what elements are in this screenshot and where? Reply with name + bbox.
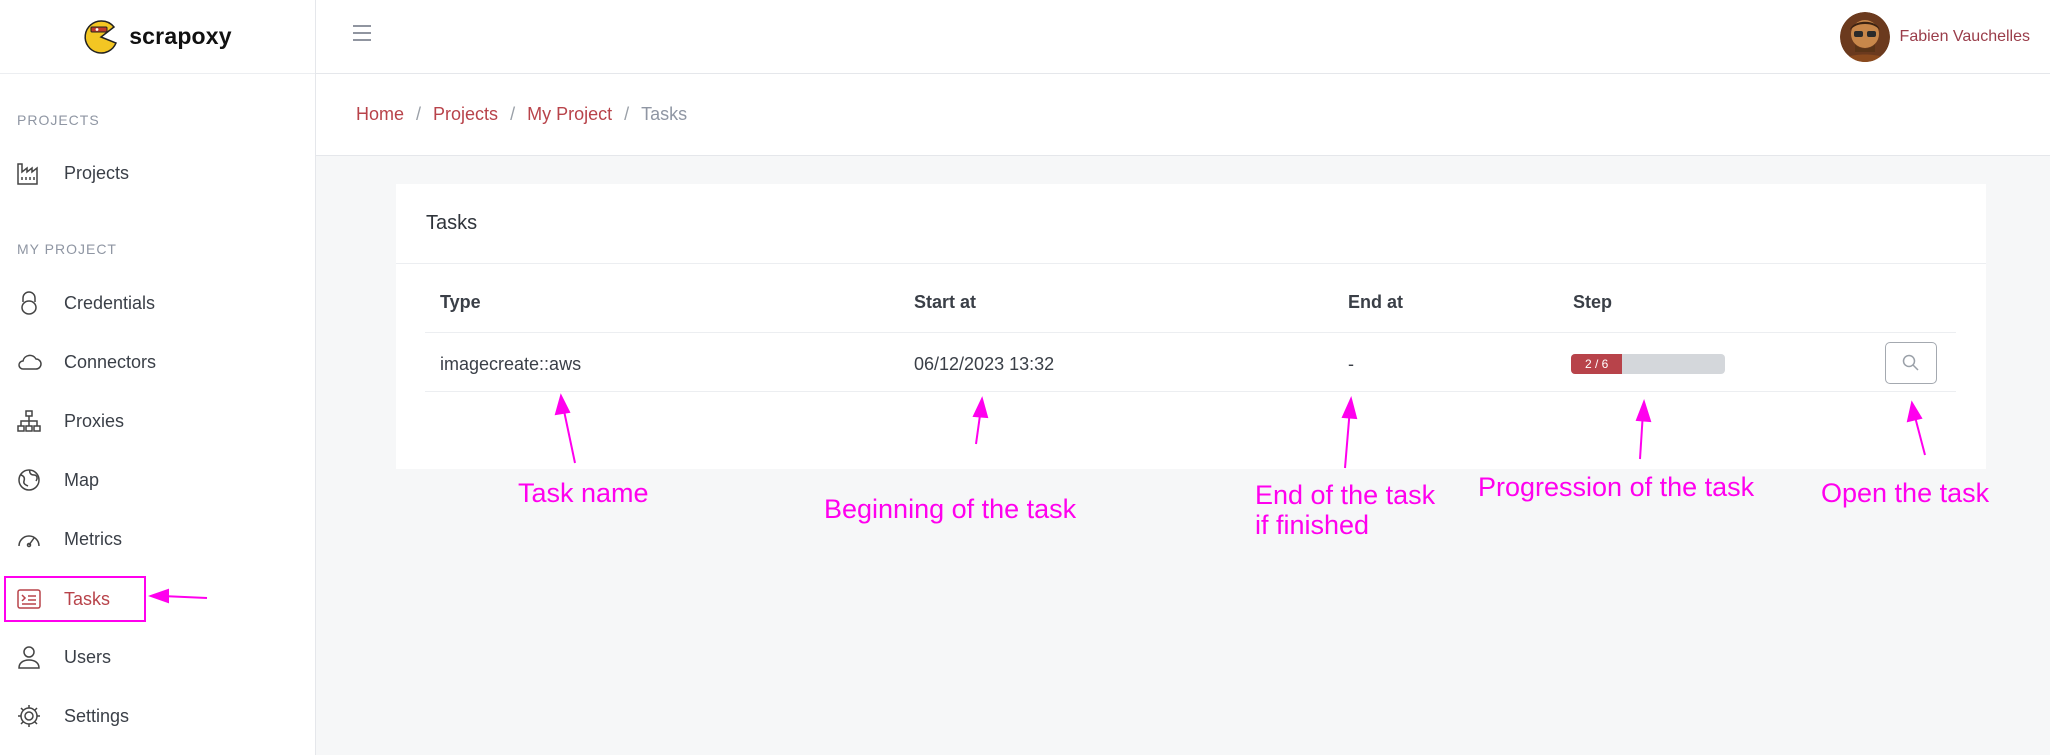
sidebar-item-map[interactable]: Map bbox=[4, 457, 304, 503]
annotation-end-line1: End of the task bbox=[1255, 480, 1436, 510]
column-header-end-at: End at bbox=[1348, 292, 1404, 312]
breadcrumb-bar: Home / Projects / My Project / Tasks bbox=[316, 74, 2050, 156]
brand-name: scrapoxy bbox=[129, 23, 232, 49]
annotation-open: Open the task bbox=[1821, 478, 1990, 508]
sidebar-item-label: Connectors bbox=[64, 351, 157, 372]
hamburger-menu-icon[interactable] bbox=[352, 24, 372, 42]
breadcrumb-my-project[interactable]: My Project bbox=[527, 104, 612, 125]
lock-icon bbox=[16, 290, 42, 316]
brand[interactable]: scrapoxy bbox=[0, 0, 315, 74]
breadcrumb-separator: / bbox=[416, 104, 422, 124]
sidebar-item-label: Proxies bbox=[64, 410, 125, 431]
gear-icon bbox=[16, 703, 42, 729]
annotation-progression: Progression of the task bbox=[1478, 472, 1755, 502]
top-bar: Fabien Vauchelles bbox=[316, 0, 2050, 74]
cloud-icon bbox=[16, 349, 42, 375]
sidebar-item-label: Users bbox=[64, 646, 112, 667]
sidebar-item-connectors[interactable]: Connectors bbox=[4, 339, 304, 385]
sidebar-item-label: Credentials bbox=[64, 292, 156, 313]
breadcrumb-separator: / bbox=[624, 104, 630, 124]
user-icon bbox=[16, 644, 42, 670]
cell-type: imagecreate::aws bbox=[440, 354, 582, 374]
cell-start-at: 06/12/2023 13:32 bbox=[914, 354, 1055, 374]
card-title: Tasks bbox=[396, 184, 1986, 264]
section-title-my-project: MY PROJECT bbox=[17, 241, 117, 257]
sidebar-item-metrics[interactable]: Metrics bbox=[4, 516, 304, 562]
breadcrumb: Home / Projects / My Project / Tasks bbox=[356, 104, 687, 125]
breadcrumb-projects[interactable]: Projects bbox=[433, 104, 498, 125]
column-header-type: Type bbox=[440, 292, 481, 312]
avatar bbox=[1839, 12, 1890, 62]
factory-icon bbox=[16, 160, 42, 186]
column-header-step: Step bbox=[1573, 292, 1613, 312]
user-menu[interactable]: Fabien Vauchelles bbox=[1839, 12, 2030, 62]
sidebar-item-label: Metrics bbox=[64, 528, 122, 549]
sidebar-item-credentials[interactable]: Credentials bbox=[4, 280, 304, 326]
user-name: Fabien Vauchelles bbox=[1899, 28, 2030, 45]
breadcrumb-separator: / bbox=[510, 104, 516, 124]
sitemap-icon bbox=[16, 408, 42, 434]
annotation-end-line2: if finished bbox=[1255, 510, 1370, 540]
column-header-start-at: Start at bbox=[914, 292, 977, 312]
globe-icon bbox=[16, 467, 42, 493]
sidebar-item-label: Map bbox=[64, 469, 100, 490]
sidebar-item-users[interactable]: Users bbox=[4, 634, 304, 680]
open-task-button[interactable] bbox=[1885, 342, 1937, 384]
step-progress-bar: 2 / 6 bbox=[1571, 354, 1725, 374]
annotation-task-name: Task name bbox=[518, 478, 649, 508]
cell-end-at: - bbox=[1348, 354, 1354, 374]
sidebar-item-settings[interactable]: Settings bbox=[4, 693, 304, 739]
tasks-highlight-box bbox=[4, 576, 146, 622]
sidebar-item-proxies[interactable]: Proxies bbox=[4, 398, 304, 444]
sidebar-item-label: Settings bbox=[64, 705, 130, 726]
gauge-icon bbox=[16, 526, 42, 552]
scrapoxy-logo-icon bbox=[84, 19, 118, 54]
divider bbox=[425, 391, 1956, 392]
search-icon bbox=[1902, 354, 1919, 371]
breadcrumb-current: Tasks bbox=[641, 104, 688, 124]
sidebar-item-label: Projects bbox=[64, 162, 130, 183]
section-title-projects: PROJECTS bbox=[17, 112, 100, 128]
divider bbox=[425, 332, 1956, 333]
tasks-card: Tasks Type Start at End at Step imagecre… bbox=[396, 184, 1986, 469]
sidebar-item-projects[interactable]: Projects bbox=[4, 150, 304, 196]
annotation-beginning: Beginning of the task bbox=[824, 494, 1077, 524]
step-progress-fill: 2 / 6 bbox=[1571, 354, 1623, 374]
sidebar: scrapoxy PROJECTS Projects MY PROJECT Cr… bbox=[0, 0, 316, 755]
breadcrumb-home[interactable]: Home bbox=[356, 104, 404, 125]
